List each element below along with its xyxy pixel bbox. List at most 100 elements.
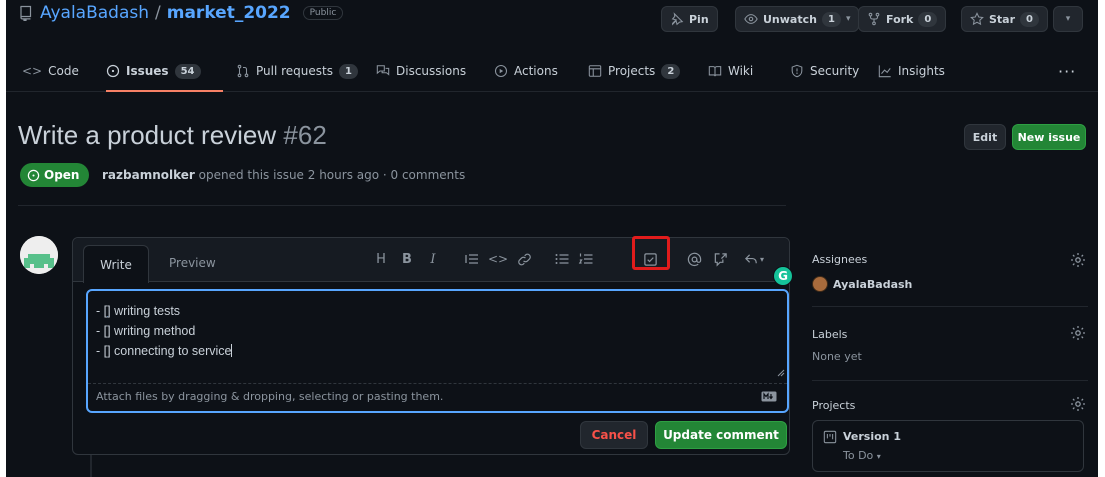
project-status: To Do [843,449,874,462]
projects-heading[interactable]: Projects [812,399,855,412]
cross-reference-icon[interactable] [711,250,729,268]
pin-label: Pin [689,12,709,26]
tab-discussions[interactable]: Discussions [376,60,466,82]
issue-state-badge: Open [20,163,90,187]
caret-down-icon: ▾ [1065,14,1071,24]
quote-icon[interactable] [463,250,481,268]
star-dropdown-button[interactable]: ▾ [1053,6,1083,32]
tab-count: 1 [338,63,358,79]
gear-icon[interactable] [1070,396,1086,412]
text-caret [231,344,233,357]
comment-editor: Write Preview H B I <> ▾ G - [] writing … [72,236,793,455]
project-status-dropdown[interactable]: To Do ▾ [843,449,881,462]
sidebar-divider [812,306,1088,307]
cancel-button[interactable]: Cancel [580,421,648,449]
book-icon [708,64,722,78]
issue-number: #62 [283,120,327,150]
graph-icon [878,64,892,78]
fork-button[interactable]: Fork 0 [858,6,947,32]
pin-icon [670,12,684,26]
task-line-1: - [] writing tests [96,304,181,318]
play-icon [494,64,508,78]
issue-meta: razbamnolker opened this issue 2 hours a… [102,168,465,182]
reply-icon[interactable]: ▾ [741,250,767,268]
code-icon[interactable]: <> [488,250,508,268]
labels-value: None yet [812,350,862,363]
project-name: Version 1 [843,430,901,443]
unwatch-count: 1 [821,11,841,27]
unordered-list-icon[interactable] [553,250,571,268]
tab-label: Security [810,64,860,78]
edit-title-button[interactable]: Edit [964,124,1006,150]
italic-icon[interactable]: I [425,250,441,268]
star-label: Star [989,12,1016,26]
heading-icon[interactable]: H [373,250,389,268]
grammarly-icon[interactable]: G [773,266,793,286]
tab-pull-requests[interactable]: Pull requests 1 [236,60,358,82]
pin-button[interactable]: Pin [661,6,718,32]
git-pull-request-icon [236,64,250,78]
mention-icon[interactable] [685,250,703,268]
repo-tab-bar: <> Code Issues 54 Pull requests 1 Discus… [6,52,1098,92]
tab-label: Wiki [728,64,754,78]
assignee-item[interactable]: AyalaBadash [812,276,912,292]
visibility-badge: Public [302,6,344,20]
more-tabs-button[interactable]: ··· [1058,60,1076,82]
tab-count: 54 [174,63,201,79]
resize-handle[interactable] [777,369,785,377]
unwatch-button[interactable]: Unwatch 1 ▾ [735,6,860,32]
caret-down-icon: ▾ [759,254,764,264]
tab-projects[interactable]: Projects 2 [588,60,681,82]
tab-label: Projects [608,64,656,78]
comment-text: - [] writing tests - [] writing method -… [96,301,233,361]
update-comment-button[interactable]: Update comment [655,421,787,449]
sidebar-divider [812,380,1088,381]
github-issue-page: AyalaBadash / market_2022 Public Pin Unw… [6,0,1098,477]
code-icon: <> [22,64,43,78]
bold-icon[interactable]: B [399,250,415,268]
task-line-2: - [] writing method [96,324,196,338]
comment-textarea[interactable]: - [] writing tests - [] writing method -… [86,289,789,413]
tab-wiki[interactable]: Wiki [708,60,753,82]
tab-security[interactable]: Security [790,60,859,82]
gear-icon[interactable] [1070,252,1086,268]
caret-down-icon: ▾ [876,452,881,461]
tab-write[interactable]: Write [83,245,149,283]
issue-title-text: Write a product review [18,120,277,150]
tab-label: Insights [898,64,945,78]
avatar[interactable] [20,236,58,274]
tab-label: Issues [126,64,169,78]
ordered-list-icon[interactable] [577,250,595,268]
tab-issues[interactable]: Issues 54 [106,60,201,82]
issue-title: Write a product review #62 [18,120,327,151]
labels-heading[interactable]: Labels [812,328,847,341]
task-line-3: - [] connecting to service [96,344,233,358]
new-issue-button[interactable]: New issue [1012,124,1086,150]
repo-separator: / [155,3,161,23]
tab-label: Pull requests [256,64,333,78]
issue-opened-icon [106,64,120,78]
star-button[interactable]: Star 0 [961,6,1048,32]
editor-header: Write Preview H B I <> ▾ G [73,236,793,286]
tab-count: 2 [661,63,681,79]
issue-author-link[interactable]: razbamnolker [102,168,195,182]
tab-label: Code [48,64,79,78]
repo-name-link[interactable]: market_2022 [167,3,291,23]
project-card[interactable]: Version 1 To Do ▾ [812,420,1084,472]
repo-owner-link[interactable]: AyalaBadash [40,3,149,23]
assignees-heading[interactable]: Assignees [812,253,867,266]
kebab-horizontal-icon: ··· [1058,61,1077,81]
tab-preview[interactable]: Preview [169,256,216,270]
tab-code[interactable]: <> Code [22,60,79,82]
gear-icon[interactable] [1070,325,1086,341]
table-icon [588,64,602,78]
timeline-line [90,455,92,477]
tab-actions[interactable]: Actions [494,60,558,82]
tab-label: Actions [514,64,558,78]
header-divider [18,205,786,206]
issue-meta-text: opened this issue 2 hours ago · 0 commen… [198,168,466,182]
attach-files-bar[interactable]: Attach files by dragging & dropping, sel… [88,383,787,411]
markdown-icon[interactable] [761,391,777,402]
tab-insights[interactable]: Insights [878,60,945,82]
link-icon[interactable] [515,250,533,268]
